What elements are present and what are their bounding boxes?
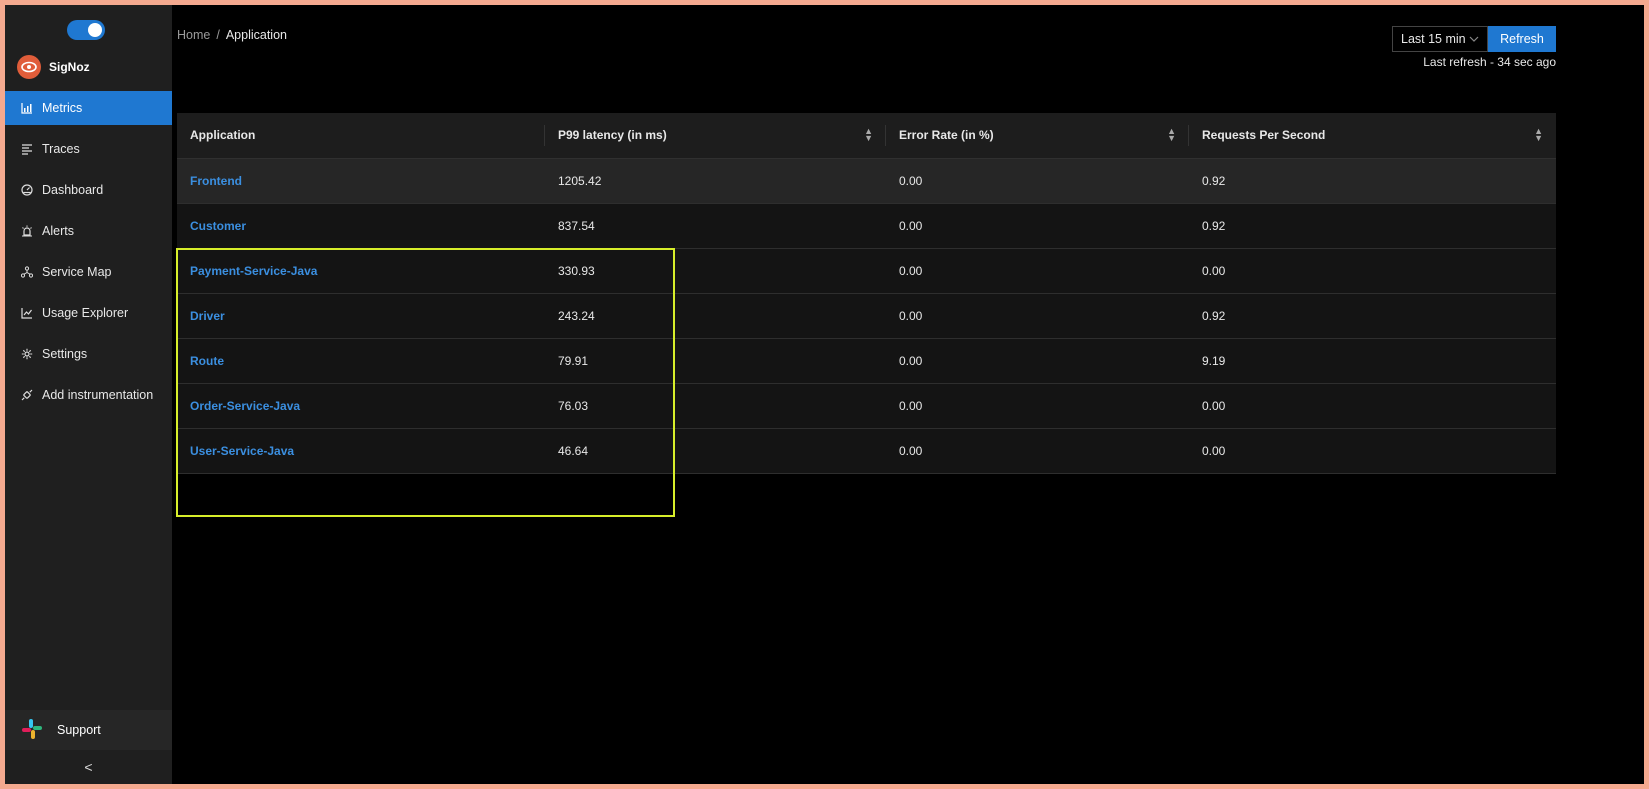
error-rate-cell: 0.00 <box>886 293 1189 339</box>
brand[interactable]: SigNoz <box>17 55 90 79</box>
column-header-application: Application <box>177 113 545 159</box>
table-row[interactable]: Frontend 1205.42 0.00 0.92 <box>177 158 1556 204</box>
time-range-value: Last 15 min <box>1401 32 1466 46</box>
table-row[interactable]: Route 79.91 0.00 9.19 <box>177 338 1556 384</box>
sidebar-item-label: Add instrumentation <box>42 388 154 402</box>
app-window: SigNoz Metrics Traces Dashboard Alerts S… <box>5 5 1644 784</box>
p99-latency-cell: 46.64 <box>545 428 886 474</box>
sidebar-item-alerts[interactable]: Alerts <box>5 214 172 248</box>
table-row[interactable]: Customer 837.54 0.00 0.92 <box>177 203 1556 249</box>
rps-cell: 9.19 <box>1189 338 1556 384</box>
chevron-left-icon: < <box>84 759 93 775</box>
rps-cell: 0.92 <box>1189 293 1556 339</box>
brand-name: SigNoz <box>49 60 90 74</box>
refresh-button[interactable]: Refresh <box>1488 26 1556 52</box>
p99-latency-cell: 1205.42 <box>545 158 886 204</box>
rps-cell: 0.00 <box>1189 428 1556 474</box>
gear-icon <box>20 347 34 361</box>
signoz-logo-icon <box>17 55 41 79</box>
column-label: Application <box>190 128 256 143</box>
sidebar-item-label: Service Map <box>42 265 112 279</box>
sidebar-item-label: Settings <box>42 347 88 361</box>
list-icon <box>20 142 34 156</box>
bar-chart-icon <box>20 101 34 115</box>
sidebar-item-label: Dashboard <box>42 183 104 197</box>
table-row[interactable]: User-Service-Java 46.64 0.00 0.00 <box>177 428 1556 474</box>
last-refresh-text: Last refresh - 34 sec ago <box>1423 55 1556 69</box>
rps-cell: 0.00 <box>1189 383 1556 429</box>
sidebar-item-traces[interactable]: Traces <box>5 132 172 166</box>
chevron-down-icon <box>1469 34 1479 45</box>
p99-latency-cell: 243.24 <box>545 293 886 339</box>
table-header-row: Application P99 latency (in ms) ▲ ▼ Error … <box>177 113 1556 159</box>
rps-cell: 0.00 <box>1189 248 1556 294</box>
slack-icon <box>21 718 43 743</box>
p99-latency-cell: 79.91 <box>545 338 886 384</box>
support-link[interactable]: Support <box>5 710 172 750</box>
sidebar-item-service-map[interactable]: Service Map <box>5 255 172 289</box>
application-link[interactable]: Driver <box>177 293 545 339</box>
column-header-error-rate[interactable]: Error Rate (in %) ▲ ▼ <box>886 113 1189 159</box>
column-label: Error Rate (in %) <box>899 128 994 143</box>
table-row[interactable]: Order-Service-Java 76.03 0.00 0.00 <box>177 383 1556 429</box>
sidebar-item-usage-explorer[interactable]: Usage Explorer <box>5 296 172 330</box>
dashboard-icon <box>20 183 34 197</box>
sidebar-item-dashboard[interactable]: Dashboard <box>5 173 172 207</box>
theme-toggle[interactable] <box>67 20 105 40</box>
column-header-requests-per-second[interactable]: Requests Per Second ▲ ▼ <box>1189 113 1556 159</box>
breadcrumb-home[interactable]: Home <box>177 28 210 42</box>
breadcrumb: Home / Application <box>177 28 287 42</box>
sidebar-nav: Metrics Traces Dashboard Alerts Service … <box>5 91 172 419</box>
time-range-select[interactable]: Last 15 min <box>1392 26 1488 52</box>
column-label: Requests Per Second <box>1202 128 1326 143</box>
toggle-knob <box>88 23 102 37</box>
collapse-sidebar-button[interactable]: < <box>5 750 172 784</box>
sidebar-item-label: Usage Explorer <box>42 306 129 320</box>
error-rate-cell: 0.00 <box>886 383 1189 429</box>
error-rate-cell: 0.00 <box>886 338 1189 384</box>
error-rate-cell: 0.00 <box>886 248 1189 294</box>
application-link[interactable]: Payment-Service-Java <box>177 248 545 294</box>
sidebar-item-metrics[interactable]: Metrics <box>5 91 172 125</box>
application-link[interactable]: Customer <box>177 203 545 249</box>
rps-cell: 0.92 <box>1189 203 1556 249</box>
api-icon <box>20 388 34 402</box>
applications-table: Application P99 latency (in ms) ▲ ▼ Error … <box>177 113 1556 474</box>
sidebar-item-add-instrumentation[interactable]: Add instrumentation <box>5 378 172 412</box>
error-rate-cell: 0.00 <box>886 203 1189 249</box>
table-row[interactable]: Driver 243.24 0.00 0.92 <box>177 293 1556 339</box>
error-rate-cell: 0.00 <box>886 158 1189 204</box>
sidebar-item-label: Alerts <box>42 224 74 238</box>
p99-latency-cell: 837.54 <box>545 203 886 249</box>
column-header-p99-latency[interactable]: P99 latency (in ms) ▲ ▼ <box>545 113 886 159</box>
sidebar: SigNoz Metrics Traces Dashboard Alerts S… <box>5 5 172 784</box>
application-link[interactable]: User-Service-Java <box>177 428 545 474</box>
p99-latency-cell: 76.03 <box>545 383 886 429</box>
alert-icon <box>20 224 34 238</box>
breadcrumb-separator: / <box>216 28 220 42</box>
sort-icon[interactable]: ▲ ▼ <box>864 127 873 143</box>
application-link[interactable]: Frontend <box>177 158 545 204</box>
sort-icon[interactable]: ▲ ▼ <box>1167 127 1176 143</box>
support-label: Support <box>57 723 101 737</box>
deployment-unit-icon <box>20 265 34 279</box>
error-rate-cell: 0.00 <box>886 428 1189 474</box>
sidebar-item-label: Metrics <box>42 101 83 115</box>
column-label: P99 latency (in ms) <box>558 128 667 143</box>
breadcrumb-current: Application <box>225 28 287 42</box>
sort-icon[interactable]: ▲ ▼ <box>1534 127 1543 143</box>
rps-cell: 0.92 <box>1189 158 1556 204</box>
application-link[interactable]: Order-Service-Java <box>177 383 545 429</box>
application-link[interactable]: Route <box>177 338 545 384</box>
sidebar-item-label: Traces <box>42 142 80 156</box>
table-row[interactable]: Payment-Service-Java 330.93 0.00 0.00 <box>177 248 1556 294</box>
line-chart-icon <box>20 306 34 320</box>
sidebar-item-settings[interactable]: Settings <box>5 337 172 371</box>
p99-latency-cell: 330.93 <box>545 248 886 294</box>
